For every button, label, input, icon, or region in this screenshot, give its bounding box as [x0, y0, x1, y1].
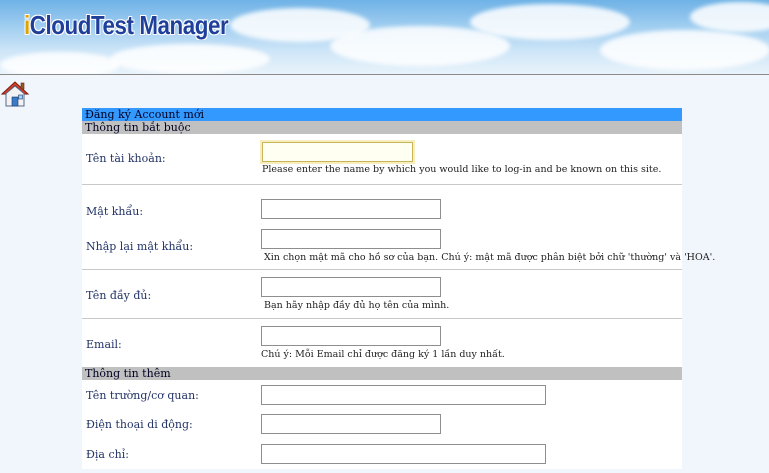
mobile-label: Điện thoại di động:: [86, 418, 193, 431]
fullname-input[interactable]: [261, 277, 441, 297]
school-input[interactable]: [261, 385, 546, 405]
username-input[interactable]: [260, 140, 415, 164]
school-row: Tên trường/cơ quan:: [82, 380, 682, 409]
register-form: Đăng ký Account mới Thông tin bắt buộc T…: [82, 108, 715, 469]
section-optional-header: Thông tin thêm: [82, 367, 682, 380]
username-row: Tên tài khoản: Please enter the name by …: [82, 134, 682, 185]
password-row: Mật khẩu: Nhập lại mật khẩu: Xin chọn mậ…: [82, 185, 715, 270]
username-label: Tên tài khoản:: [86, 152, 166, 165]
header-divider: [0, 74, 769, 75]
password-hint: Xin chọn mật mã cho hồ sơ của bạn. Chú ý…: [264, 252, 716, 263]
password-input[interactable]: [261, 199, 441, 219]
fullname-row: Tên đầy đủ: Bạn hãy nhập đầy đủ họ tên c…: [82, 270, 682, 319]
school-label: Tên trường/cơ quan:: [86, 389, 199, 402]
address-label: Địa chỉ:: [86, 448, 129, 461]
confirm-password-input[interactable]: [261, 229, 441, 249]
logo-text: CloudTest Manager: [29, 10, 229, 40]
fullname-hint: Bạn hãy nhập đầy đủ họ tên của mình.: [264, 300, 450, 311]
confirm-password-label: Nhập lại mật khẩu:: [86, 240, 194, 253]
address-row: Địa chỉ:: [82, 439, 682, 469]
app-logo[interactable]: iCloudTest Manager: [24, 10, 229, 41]
email-hint: Chú ý: Mỗi Email chỉ được đăng ký 1 lần …: [261, 349, 505, 360]
header-banner: iCloudTest Manager: [0, 0, 769, 74]
email-input[interactable]: [261, 326, 441, 346]
username-hint: Please enter the name by which you would…: [262, 164, 662, 175]
password-label: Mật khẩu:: [86, 205, 144, 218]
mobile-input[interactable]: [261, 414, 441, 434]
email-label: Email:: [86, 338, 122, 351]
address-input[interactable]: [261, 444, 546, 464]
form-title: Đăng ký Account mới: [82, 108, 682, 121]
fullname-label: Tên đầy đủ:: [86, 289, 152, 302]
email-row: Email: Chú ý: Mỗi Email chỉ được đăng ký…: [82, 319, 682, 367]
home-icon[interactable]: [0, 80, 30, 108]
mobile-row: Điện thoại di động:: [82, 409, 682, 439]
section-required-header: Thông tin bắt buộc: [82, 121, 682, 134]
